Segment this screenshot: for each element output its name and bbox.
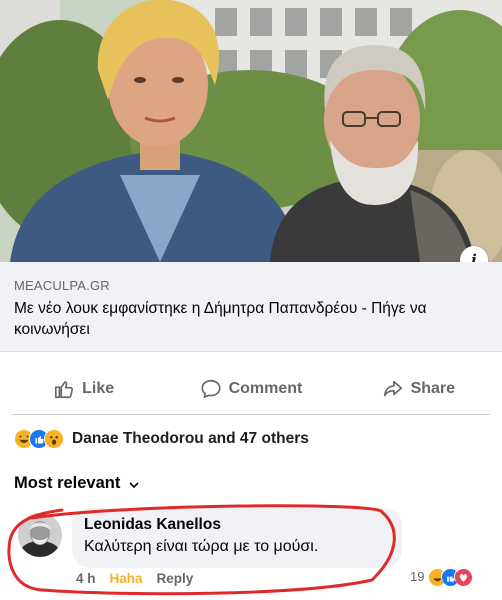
actions-divider [12, 414, 490, 415]
comment-haha-reaction[interactable]: Haha [110, 571, 143, 586]
avatar[interactable] [18, 513, 62, 557]
love-icon [454, 568, 473, 586]
comment-label: Comment [228, 380, 303, 397]
link-preview-caption[interactable]: MEACULPA.GR Με νέο λουκ εμφανίστηκε η Δή… [0, 262, 502, 352]
wow-icon [44, 429, 64, 449]
comment-sort-dropdown[interactable]: Most relevant [14, 474, 140, 493]
comment-reply-button[interactable]: Reply [157, 571, 194, 586]
share-label: Share [410, 380, 456, 397]
like-button[interactable]: Like [0, 366, 167, 412]
comment-timestamp[interactable]: 4 h [76, 571, 96, 586]
comment-reaction-count: 19 [410, 569, 425, 584]
comment-button[interactable]: Comment [167, 366, 334, 412]
reactions-count-text: Danae Theodorou and 47 others [72, 430, 309, 447]
like-label: Like [82, 380, 115, 397]
news-photo [0, 0, 502, 262]
link-title: Με νέο λουκ εμφανίστηκε η Δήμητρα Παπανδ… [14, 300, 427, 338]
comment-reactions[interactable]: 19 [410, 568, 473, 586]
post-action-bar: Like Comment Share [0, 366, 502, 412]
link-domain: MEACULPA.GR [14, 278, 110, 293]
thumbs-up-icon [55, 381, 74, 399]
share-icon [383, 380, 402, 397]
link-preview-image[interactable] [0, 0, 502, 262]
comment-item: Leonidas Kanellos Καλύτερη είναι τώρα με… [18, 508, 488, 594]
chevron-down-icon [129, 481, 139, 488]
reactions-summary[interactable]: Danae Theodorou and 47 others [14, 427, 309, 451]
comment-author[interactable]: Leonidas Kanellos [84, 516, 390, 534]
comment-meta: 4 h Haha Reply [76, 571, 193, 586]
comment-icon [201, 379, 221, 399]
comment-bubble: Leonidas Kanellos Καλύτερη είναι τώρα με… [72, 508, 402, 568]
comment-text: Καλύτερη είναι τώρα με το μούσι. [84, 538, 319, 555]
sort-label: Most relevant [14, 474, 121, 492]
share-button[interactable]: Share [335, 366, 502, 412]
